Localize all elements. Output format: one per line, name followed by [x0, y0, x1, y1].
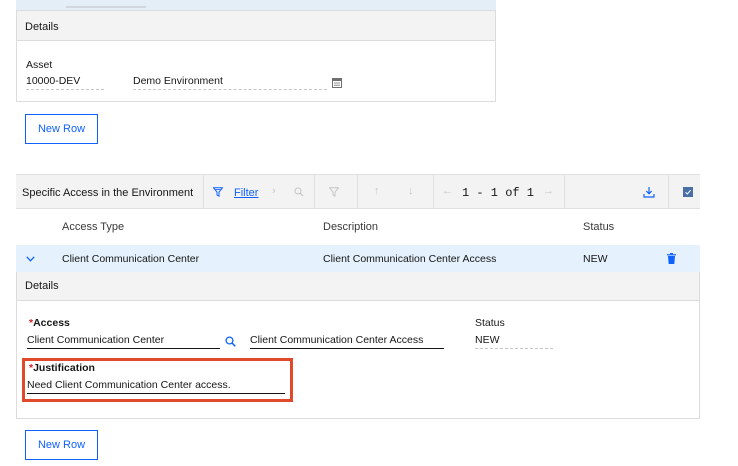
- asset-description-underline: [133, 89, 327, 90]
- filter-icon[interactable]: [212, 186, 224, 198]
- toolbar-divider: [433, 175, 434, 209]
- asset-description: Demo Environment: [133, 75, 223, 87]
- table-settings-icon[interactable]: [682, 186, 694, 198]
- trash-icon[interactable]: [666, 253, 676, 264]
- arrow-up-icon[interactable]: ↑: [374, 185, 380, 197]
- asset-details-card: Details Asset 10000-DEV Demo Environment: [16, 10, 496, 102]
- cell-access-type: Client Communication Center: [62, 253, 200, 265]
- status-label: Status: [475, 317, 505, 329]
- access-label-wrap: *Access: [29, 317, 70, 329]
- access-label: Access: [33, 317, 70, 329]
- access-description: Client Communication Center Access: [250, 334, 424, 346]
- access-field[interactable]: Client Communication Center: [27, 334, 164, 346]
- asset-label: Asset: [26, 59, 53, 71]
- toolbar-divider: [314, 175, 315, 209]
- table-toolbar: Specific Access in the Environment Filte…: [16, 174, 700, 209]
- download-icon[interactable]: [642, 185, 655, 198]
- table-title: Specific Access in the Environment: [22, 187, 194, 199]
- new-row-button-bottom[interactable]: New Row: [25, 430, 98, 460]
- justification-highlight-box: [22, 358, 293, 402]
- toolbar-divider: [668, 175, 669, 209]
- chevron-right-icon[interactable]: ›: [272, 185, 276, 197]
- column-description[interactable]: Description: [323, 221, 378, 233]
- table-column-header: Access Type Description Status: [16, 209, 700, 245]
- column-status[interactable]: Status: [583, 221, 614, 233]
- access-description-underline: [250, 348, 444, 349]
- status-value: NEW: [475, 334, 500, 346]
- cell-description: Client Communication Center Access: [323, 253, 497, 265]
- status-underline: [475, 348, 553, 349]
- column-access-type[interactable]: Access Type: [62, 221, 124, 233]
- search-icon-disabled[interactable]: [293, 186, 305, 198]
- asset-field-underline: [26, 89, 104, 90]
- arrow-right-icon[interactable]: →: [543, 185, 554, 197]
- cell-status: NEW: [583, 253, 608, 265]
- arrow-left-icon[interactable]: ←: [442, 185, 453, 197]
- toolbar-divider: [564, 175, 565, 209]
- asset-details-header: Details: [17, 11, 495, 41]
- filter-link[interactable]: Filter: [234, 187, 258, 199]
- tab-indicator: [66, 0, 146, 8]
- search-icon[interactable]: [224, 335, 236, 347]
- access-field-underline: [27, 348, 220, 349]
- toolbar-divider: [357, 175, 358, 209]
- clear-filter-icon[interactable]: [328, 186, 340, 198]
- chevron-down-icon[interactable]: [25, 254, 35, 264]
- calendar-grid-icon[interactable]: [331, 77, 343, 89]
- pager-text: 1 - 1 of 1: [462, 186, 535, 200]
- new-row-button-top[interactable]: New Row: [25, 114, 98, 144]
- top-tab-strip: [16, 0, 496, 10]
- arrow-down-icon[interactable]: ↓: [408, 185, 414, 197]
- row-details-header: Details: [17, 272, 699, 301]
- table-row[interactable]: Client Communication Center Client Commu…: [16, 245, 700, 272]
- toolbar-divider: [203, 175, 204, 209]
- asset-field[interactable]: 10000-DEV: [26, 75, 80, 87]
